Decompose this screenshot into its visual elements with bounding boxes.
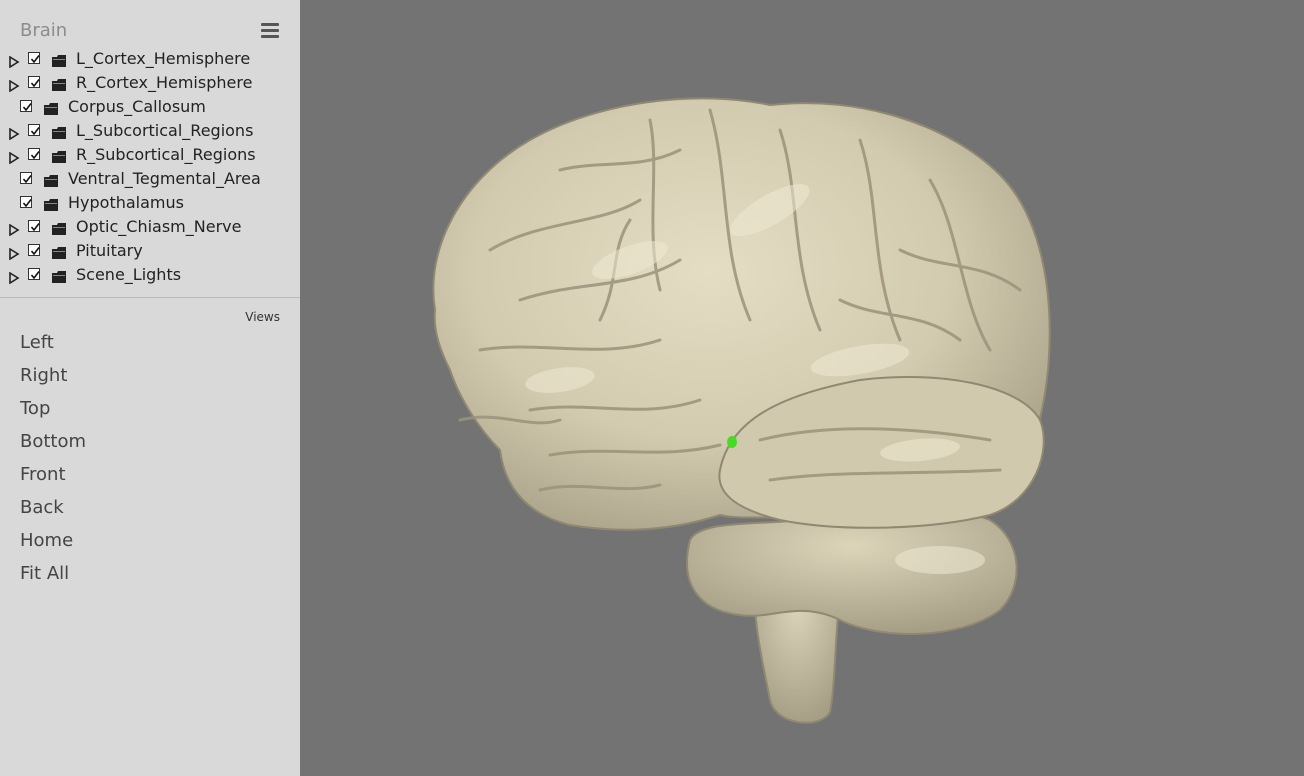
folder-icon [52, 220, 66, 235]
view-fit-all[interactable]: Fit All [20, 561, 86, 594]
tree-item-label: Corpus_Callosum [68, 97, 206, 116]
triangle-right-icon[interactable] [8, 125, 20, 141]
checkbox-checked-icon[interactable] [20, 196, 32, 208]
tree-item-label: Optic_Chiasm_Nerve [76, 217, 242, 236]
folder-icon [52, 268, 66, 283]
folder-icon [52, 148, 66, 163]
3d-viewport[interactable] [300, 0, 1304, 776]
triangle-right-icon[interactable] [8, 53, 20, 69]
tree-item[interactable]: Scene_Lights [0, 263, 300, 287]
folder-icon [44, 100, 58, 115]
view-back[interactable]: Back [20, 495, 86, 528]
folder-icon [44, 196, 58, 211]
checkbox-checked-icon[interactable] [28, 124, 40, 136]
scene-title: Brain [20, 20, 68, 41]
view-front[interactable]: Front [20, 462, 86, 495]
triangle-right-icon[interactable] [8, 245, 20, 261]
view-left[interactable]: Left [20, 330, 86, 363]
tree-item[interactable]: R_Subcortical_Regions [0, 143, 300, 167]
brain-model[interactable] [300, 0, 1304, 776]
views-heading: Views [245, 310, 280, 324]
checkbox-checked-icon[interactable] [28, 244, 40, 256]
hamburger-menu-icon[interactable] [258, 20, 282, 42]
view-top[interactable]: Top [20, 396, 86, 429]
view-bottom[interactable]: Bottom [20, 429, 86, 462]
tree-item-label: L_Subcortical_Regions [76, 121, 254, 140]
checkbox-checked-icon[interactable] [20, 172, 32, 184]
tree-item[interactable]: R_Cortex_Hemisphere [0, 71, 300, 95]
scene-tree: L_Cortex_Hemisphere R_Cortex_Hemisphere Co… [0, 47, 300, 287]
triangle-right-icon[interactable] [8, 77, 20, 93]
optic-chiasm-highlight [727, 436, 737, 448]
checkbox-checked-icon[interactable] [28, 52, 40, 64]
tree-item[interactable]: L_Subcortical_Regions [0, 119, 300, 143]
tree-item-label: Scene_Lights [76, 265, 182, 284]
tree-item-label: Pituitary [76, 241, 143, 260]
tree-item-label: Hypothalamus [68, 193, 184, 212]
tree-item-label: Ventral_Tegmental_Area [68, 169, 261, 188]
tree-item[interactable]: L_Cortex_Hemisphere [0, 47, 300, 71]
divider [0, 297, 300, 298]
view-right[interactable]: Right [20, 363, 86, 396]
triangle-right-icon[interactable] [8, 221, 20, 237]
folder-icon [44, 172, 58, 187]
checkbox-checked-icon[interactable] [28, 76, 40, 88]
tree-item[interactable]: Pituitary [0, 239, 300, 263]
checkbox-checked-icon[interactable] [20, 100, 32, 112]
tree-item[interactable]: Optic_Chiasm_Nerve [0, 215, 300, 239]
checkbox-checked-icon[interactable] [28, 148, 40, 160]
view-home[interactable]: Home [20, 528, 86, 561]
folder-icon [52, 244, 66, 259]
triangle-right-icon[interactable] [8, 149, 20, 165]
triangle-right-icon[interactable] [8, 269, 20, 285]
tree-item-label: R_Cortex_Hemisphere [76, 73, 253, 92]
folder-icon [52, 52, 66, 67]
folder-icon [52, 76, 66, 91]
tree-item[interactable]: Hypothalamus [0, 191, 300, 215]
sidebar-panel: Brain L_Cortex_Hemisphere R_Cortex_Hemisp… [0, 0, 300, 776]
folder-icon [52, 124, 66, 139]
checkbox-checked-icon[interactable] [28, 268, 40, 280]
tree-item[interactable]: Ventral_Tegmental_Area [0, 167, 300, 191]
checkbox-checked-icon[interactable] [28, 220, 40, 232]
tree-item-label: L_Cortex_Hemisphere [76, 49, 251, 68]
tree-item-label: R_Subcortical_Regions [76, 145, 256, 164]
tree-item[interactable]: Corpus_Callosum [0, 95, 300, 119]
tree-header: Brain [0, 0, 300, 46]
views-list: Left Right Top Bottom Front Back Home Fit All [20, 330, 86, 594]
